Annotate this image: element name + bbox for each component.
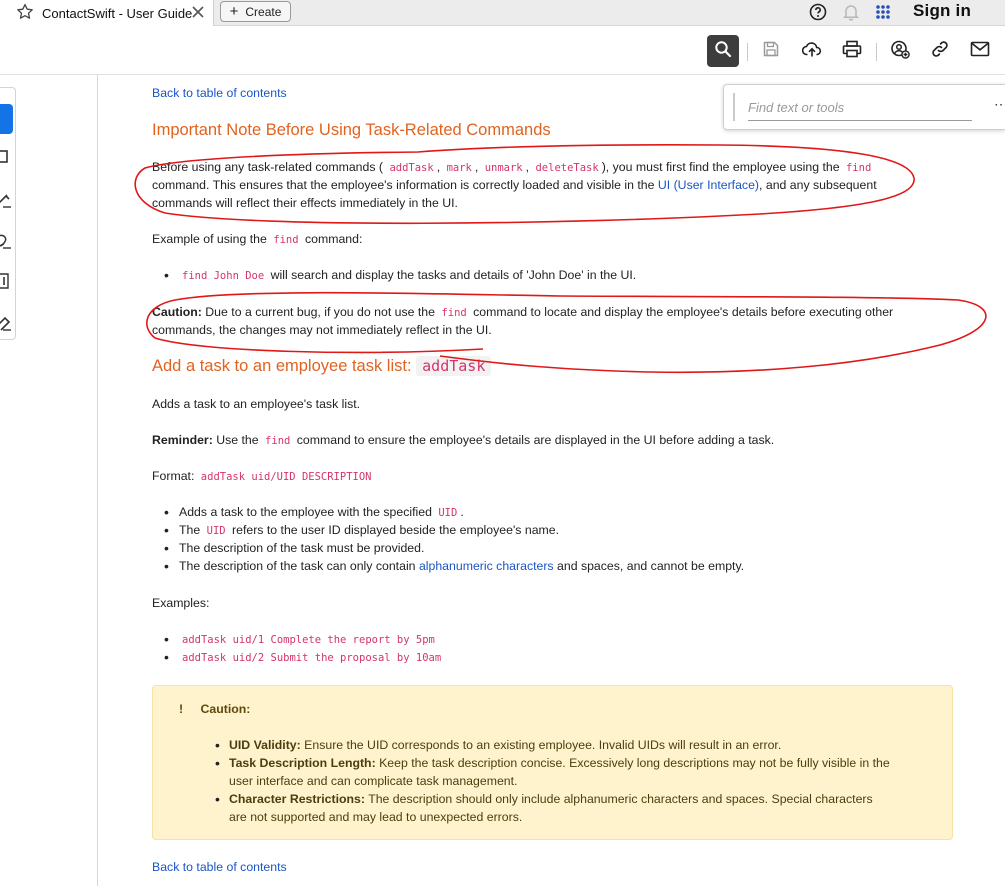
text: . [460,505,464,519]
text: and spaces, and cannot be empty. [557,559,745,573]
example-list-item: find John Doe will search and display th… [179,266,636,285]
item-label: Task Description Length: [229,756,376,770]
format-label: Format: [152,469,195,483]
intro-paragraph-line2: command. This ensures that the employee'… [152,176,877,194]
bullet: • [164,631,169,647]
text: Adds a task to the employee with the spe… [179,505,432,519]
bullet-item-4: The description of the task can only con… [179,557,744,575]
code-find-john-doe: find John Doe [182,270,265,282]
code-format: addTask uid/UID DESCRIPTION [200,471,372,483]
examples-label: Examples: [152,596,210,610]
bullet: • [164,522,169,538]
reminder-line: Reminder: Use the find command to ensure… [152,431,774,450]
back-to-toc-link-bottom[interactable]: Back to table of contents [152,858,287,876]
example-1: addTask uid/1 Complete the report by 5pm [179,630,438,649]
text: , and any subsequent [759,178,877,192]
caution-item-uid: UID Validity: Ensure the UID corresponds… [229,736,781,754]
bullet-item-2: The UID refers to the user ID displayed … [179,521,559,540]
back-to-toc-link[interactable]: Back to table of contents [152,84,287,102]
code-find: find [273,234,299,246]
text: Before using any task-related commands ( [152,160,384,174]
bullet: • [164,649,169,665]
heading-code-addtask: addTask [416,356,492,376]
caution-title-text: Caution: [200,702,251,716]
code-example-1: addTask uid/1 Complete the report by 5pm [182,634,435,646]
text: refers to the user ID displayed beside t… [232,523,560,537]
text: command to ensure the employee's details… [296,433,775,447]
code-addtask: addTask [389,162,434,174]
code-unmark: unmark [484,162,523,174]
caution-line2: commands, the changes may not immediatel… [152,323,492,337]
bullet: • [164,540,169,556]
more-icon[interactable]: ⋯ [994,96,1005,113]
caution-admonition: ! Caution: • UID Validity: Ensure the UI… [152,685,953,840]
item-text: Keep the task description concise. Exces… [379,756,890,770]
adds-description: Adds a task to an employee's task list. [152,397,361,411]
code-find: find [845,162,872,174]
text: will search and display the tasks and de… [270,268,637,282]
caution-line1: Caution: Due to a current bug, if you do… [152,303,893,322]
text: Example of using the [152,232,267,246]
find-input[interactable] [748,95,972,121]
item-text: The description should only include alph… [368,792,873,806]
text: Use the [216,433,259,447]
bullet: • [164,558,169,574]
bullet: • [215,737,220,753]
item-label: UID Validity: [229,738,301,752]
bullet: • [164,267,169,283]
bullet: • [215,755,220,771]
caution-item-chars-line2: are not supported and may lead to unexpe… [229,810,523,824]
document-page: Back to table of contents Important Note… [0,0,1005,886]
ui-link[interactable]: UI (User Interface) [658,178,759,192]
caution-label: Caution: [152,305,202,319]
text: , [525,160,530,174]
bullet-item-3: The description of the task must be prov… [179,541,425,555]
caution-admonition-title: ! Caution: [179,700,250,718]
item-text: Ensure the UID corresponds to an existin… [304,738,782,752]
example-2: addTask uid/2 Submit the proposal by 10a… [179,648,444,667]
text: command: [304,232,363,246]
heading-add-task: Add a task to an employee task list: add… [152,356,492,376]
example-intro: Example of using the find command: [152,230,362,249]
code-uid: UID [438,507,458,519]
find-panel: ⋯ [723,84,1005,130]
code-uid: UID [206,525,226,537]
text: command to locate and display the employ… [473,305,894,319]
caution-item-length: Task Description Length: Keep the task d… [229,754,890,772]
text: Due to a current bug, if you do not use … [205,305,435,319]
code-mark: mark [446,162,472,174]
text: command. This ensures that the employee'… [152,178,655,192]
heading-text: Add a task to an employee task list: [152,357,412,375]
code-find: find [441,307,467,319]
reminder-label: Reminder: [152,433,213,447]
alphanumeric-link[interactable]: alphanumeric characters [419,559,554,573]
bullet-item-1: Adds a task to the employee with the spe… [179,503,464,522]
intro-paragraph-line3: commands will reflect their effects imme… [152,196,458,210]
bullet: • [164,504,169,520]
text: ), you must first find the employee usin… [601,160,840,174]
text: The description of the task can only con… [179,559,416,573]
item-label: Character Restrictions: [229,792,365,806]
text: , [436,160,441,174]
caution-item-chars: Character Restrictions: The description … [229,790,873,808]
find-panel-handle [733,93,735,121]
code-example-2: addTask uid/2 Submit the proposal by 10a… [182,652,442,664]
exclamation-icon: ! [179,702,184,716]
heading-important-note: Important Note Before Using Task-Related… [152,121,551,139]
format-line: Format: addTask uid/UID DESCRIPTION [152,467,374,486]
text: The [179,523,201,537]
code-find: find [265,435,291,447]
code-deletetask: deleteTask [535,162,599,174]
intro-paragraph-line1: Before using any task-related commands (… [152,158,874,177]
caution-item-length-line2: user interface and can complicate task m… [229,774,518,788]
bullet: • [215,791,220,807]
text: , [474,160,479,174]
